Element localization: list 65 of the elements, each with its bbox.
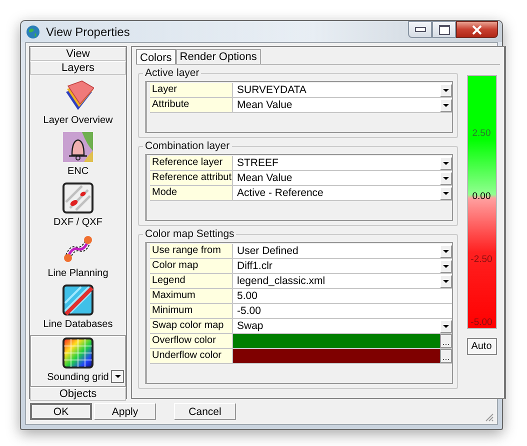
sidebar-item[interactable]: Line Databases bbox=[30, 283, 126, 334]
sidebar-header[interactable]: Layers bbox=[30, 61, 126, 75]
property-label: Swap color map bbox=[150, 319, 233, 333]
window-title: View Properties bbox=[46, 24, 131, 38]
scroll-down-button[interactable] bbox=[111, 370, 124, 383]
diagonal-lines-icon bbox=[62, 284, 94, 316]
minimize-button[interactable] bbox=[408, 21, 432, 38]
scale-label: -2.50 bbox=[470, 254, 492, 265]
property-label: Color map bbox=[150, 259, 233, 273]
property-label: Reference layer bbox=[150, 156, 233, 170]
group-title: Active layer bbox=[144, 67, 200, 79]
property-label: Attribute bbox=[150, 98, 233, 112]
dropdown-field[interactable]: Active - Reference bbox=[233, 186, 452, 200]
dialog-button[interactable]: OK bbox=[30, 403, 92, 420]
scale-label: 2.50 bbox=[472, 128, 491, 139]
scale-label: -5.00 bbox=[470, 317, 492, 328]
hatched-tile-icon bbox=[62, 182, 94, 214]
minimize-icon bbox=[414, 27, 426, 32]
color-swatch[interactable] bbox=[233, 349, 440, 363]
sidebar-header[interactable]: Objects bbox=[30, 387, 126, 401]
dropdown-field[interactable]: User Defined bbox=[233, 244, 452, 258]
sidebar-item[interactable]: ENC bbox=[30, 130, 126, 181]
maximize-button[interactable] bbox=[432, 21, 456, 38]
property-label: Use range from bbox=[150, 244, 233, 258]
property-label: Reference attribut bbox=[150, 171, 233, 185]
browse-button[interactable]: ... bbox=[440, 334, 452, 348]
globe-icon bbox=[26, 24, 40, 38]
resize-grip-icon bbox=[484, 412, 494, 422]
tab[interactable]: Colors bbox=[136, 49, 176, 65]
close-button[interactable] bbox=[456, 21, 498, 38]
dropdown-field[interactable]: SURVEYDATA bbox=[233, 83, 452, 97]
property-label: Maximum bbox=[150, 289, 233, 303]
auto-button[interactable]: Auto bbox=[466, 338, 496, 355]
dialog-button[interactable]: Apply bbox=[94, 403, 156, 420]
dropdown-field[interactable]: Swap bbox=[233, 319, 452, 333]
group-title: Combination layer bbox=[144, 140, 231, 152]
curve-icon bbox=[62, 233, 94, 265]
property-label: Underflow color bbox=[150, 349, 233, 363]
text-field[interactable]: 5.00 bbox=[233, 289, 452, 303]
bell-map-icon bbox=[62, 131, 94, 163]
browse-button[interactable]: ... bbox=[440, 349, 452, 363]
group-title: Color map Settings bbox=[144, 228, 236, 240]
dropdown-field[interactable]: Mean Value bbox=[233, 98, 452, 112]
text-field[interactable]: -5.00 bbox=[233, 304, 452, 318]
sidebar-header[interactable]: View bbox=[30, 47, 126, 61]
dropdown-field[interactable]: Mean Value bbox=[233, 171, 452, 185]
dropdown-field[interactable]: Diff1.clr bbox=[233, 259, 452, 273]
maximize-icon bbox=[438, 24, 450, 34]
sidebar-item[interactable]: DXF / QXF bbox=[30, 181, 126, 232]
close-icon bbox=[472, 24, 482, 34]
sidebar-item[interactable]: Layer Overview bbox=[30, 79, 126, 130]
color-swatch[interactable] bbox=[233, 334, 440, 348]
property-label: Legend bbox=[150, 274, 233, 288]
dropdown-field[interactable]: STREEF bbox=[233, 156, 452, 170]
scale-label: 0.00 bbox=[472, 191, 491, 202]
property-label: Mode bbox=[150, 186, 233, 200]
sidebar-item[interactable]: Line Planning bbox=[30, 232, 126, 283]
property-label: Layer bbox=[150, 83, 233, 97]
property-label: Overflow color bbox=[150, 334, 233, 348]
property-label: Minimum bbox=[150, 304, 233, 318]
dialog-button[interactable]: Cancel bbox=[174, 403, 236, 420]
dropdown-field[interactable]: legend_classic.xml bbox=[233, 274, 452, 288]
color-grid-icon bbox=[62, 337, 94, 369]
tab[interactable]: Render Options bbox=[176, 49, 261, 64]
sidebar-item[interactable]: Sounding grid bbox=[30, 335, 126, 387]
